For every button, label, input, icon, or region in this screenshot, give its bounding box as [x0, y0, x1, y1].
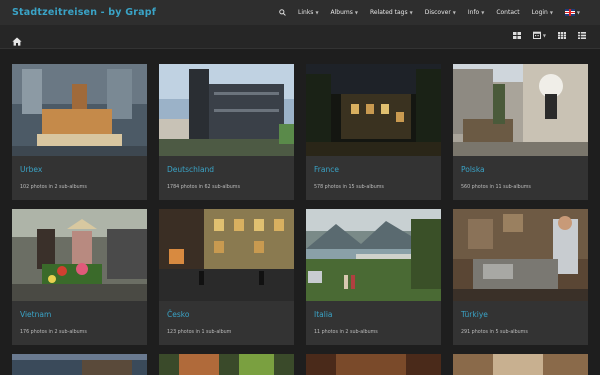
breadcrumb-bar: ▼ — [0, 25, 600, 49]
album-card-turkiye[interactable]: Türkiye 291 photos in 5 sub-albums — [453, 209, 588, 345]
nav-menu: Links ▼ Albums ▼ Related tags ▼ Discover ▼ I… — [273, 9, 586, 16]
album-thumbnail[interactable] — [306, 64, 441, 156]
album-thumbnail[interactable] — [453, 64, 588, 156]
album-meta: 102 photos in 2 sub-albums — [20, 185, 87, 190]
album-meta: 176 photos in 2 sub-albums — [20, 330, 87, 335]
nav-related-tags-dropdown[interactable]: Related tags ▼ — [364, 9, 419, 16]
album-title[interactable]: Deutschland — [167, 165, 214, 174]
caret-down-icon: ▼ — [576, 10, 580, 15]
album-thumbnail[interactable] — [12, 209, 147, 301]
album-title[interactable]: Türkiye — [461, 310, 488, 319]
home-icon[interactable] — [12, 31, 22, 50]
nav-login-dropdown[interactable]: Login ▼ — [526, 9, 559, 16]
album-grid: Urbex 102 photos in 2 sub-albums Deutsch… — [12, 64, 588, 345]
nav-label: Related tags — [369, 9, 408, 16]
nav-label: Albums — [330, 9, 353, 16]
nav-albums-dropdown[interactable]: Albums ▼ — [325, 9, 364, 16]
album-title[interactable]: Urbex — [20, 165, 42, 174]
album-meta: 560 photos in 11 sub-albums — [461, 185, 531, 190]
album-card-cesko[interactable]: Česko 123 photos in 1 sub-album — [159, 209, 294, 345]
album-meta: 123 photos in 1 sub-album — [167, 330, 232, 335]
nav-links-dropdown[interactable]: Links ▼ — [292, 9, 325, 16]
nav-label: Discover — [424, 9, 451, 16]
caret-down-icon: ▼ — [354, 10, 358, 15]
grid-view-icon[interactable] — [512, 31, 521, 39]
album-title[interactable]: Italia — [314, 310, 333, 319]
album-grid-next-row — [12, 354, 588, 375]
album-title[interactable]: Česko — [167, 310, 189, 319]
large-grid-icon[interactable] — [558, 31, 566, 39]
album-card-italia[interactable]: Italia 11 photos in 2 sub-albums — [306, 209, 441, 345]
album-card-urbex[interactable]: Urbex 102 photos in 2 sub-albums — [12, 64, 147, 200]
album-thumbnail[interactable] — [453, 354, 588, 375]
nav-label: Contact — [496, 9, 520, 16]
album-thumbnail[interactable] — [12, 354, 147, 375]
site-brand[interactable]: Stadtzeitreisen - by Grapf — [12, 7, 156, 18]
album-thumbnail[interactable] — [453, 209, 588, 301]
nav-label: Links — [298, 9, 314, 16]
album-thumbnail[interactable] — [159, 354, 294, 375]
album-meta: 578 photos in 15 sub-albums — [314, 185, 384, 190]
album-card-france[interactable]: France 578 photos in 15 sub-albums — [306, 64, 441, 200]
caret-down-icon: ▼ — [409, 10, 413, 15]
language-selector[interactable]: ▼ — [559, 9, 586, 16]
album-title[interactable]: Vietnam — [20, 310, 51, 319]
album-title[interactable]: Polska — [461, 165, 485, 174]
nav-label: Login — [531, 9, 548, 16]
caret-down-icon: ▼ — [549, 10, 553, 15]
album-card-vietnam[interactable]: Vietnam 176 photos in 2 sub-albums — [12, 209, 147, 345]
view-tools: ▼ — [512, 31, 586, 39]
album-card-polska[interactable]: Polska 560 photos in 11 sub-albums — [453, 64, 588, 200]
list-view-icon[interactable] — [578, 31, 586, 39]
nav-info-dropdown[interactable]: Info ▼ — [462, 9, 490, 16]
top-navbar: Stadtzeitreisen - by Grapf Links ▼ Albums… — [0, 0, 600, 25]
search-icon[interactable] — [273, 9, 292, 16]
album-thumbnail[interactable] — [159, 209, 294, 301]
caret-down-icon: ▼ — [315, 10, 319, 15]
caret-down-icon: ▼ — [452, 10, 456, 15]
album-thumbnail[interactable] — [12, 64, 147, 156]
album-thumbnail[interactable] — [306, 354, 441, 375]
album-meta: 291 photos in 5 sub-albums — [461, 330, 528, 335]
caret-down-icon: ▼ — [542, 32, 546, 38]
caret-down-icon: ▼ — [481, 10, 485, 15]
uk-flag-icon — [564, 9, 575, 16]
album-thumbnail[interactable] — [306, 209, 441, 301]
nav-contact-link[interactable]: Contact — [490, 9, 525, 16]
album-meta: 11 photos in 2 sub-albums — [314, 330, 378, 335]
album-meta: 1784 photos in 62 sub-albums — [167, 185, 240, 190]
nav-label: Info — [467, 9, 480, 16]
album-title[interactable]: France — [314, 165, 339, 174]
nav-discover-dropdown[interactable]: Discover ▼ — [419, 9, 462, 16]
calendar-icon[interactable]: ▼ — [532, 31, 546, 39]
album-card-deutschland[interactable]: Deutschland 1784 photos in 62 sub-albums — [159, 64, 294, 200]
album-thumbnail[interactable] — [159, 64, 294, 156]
